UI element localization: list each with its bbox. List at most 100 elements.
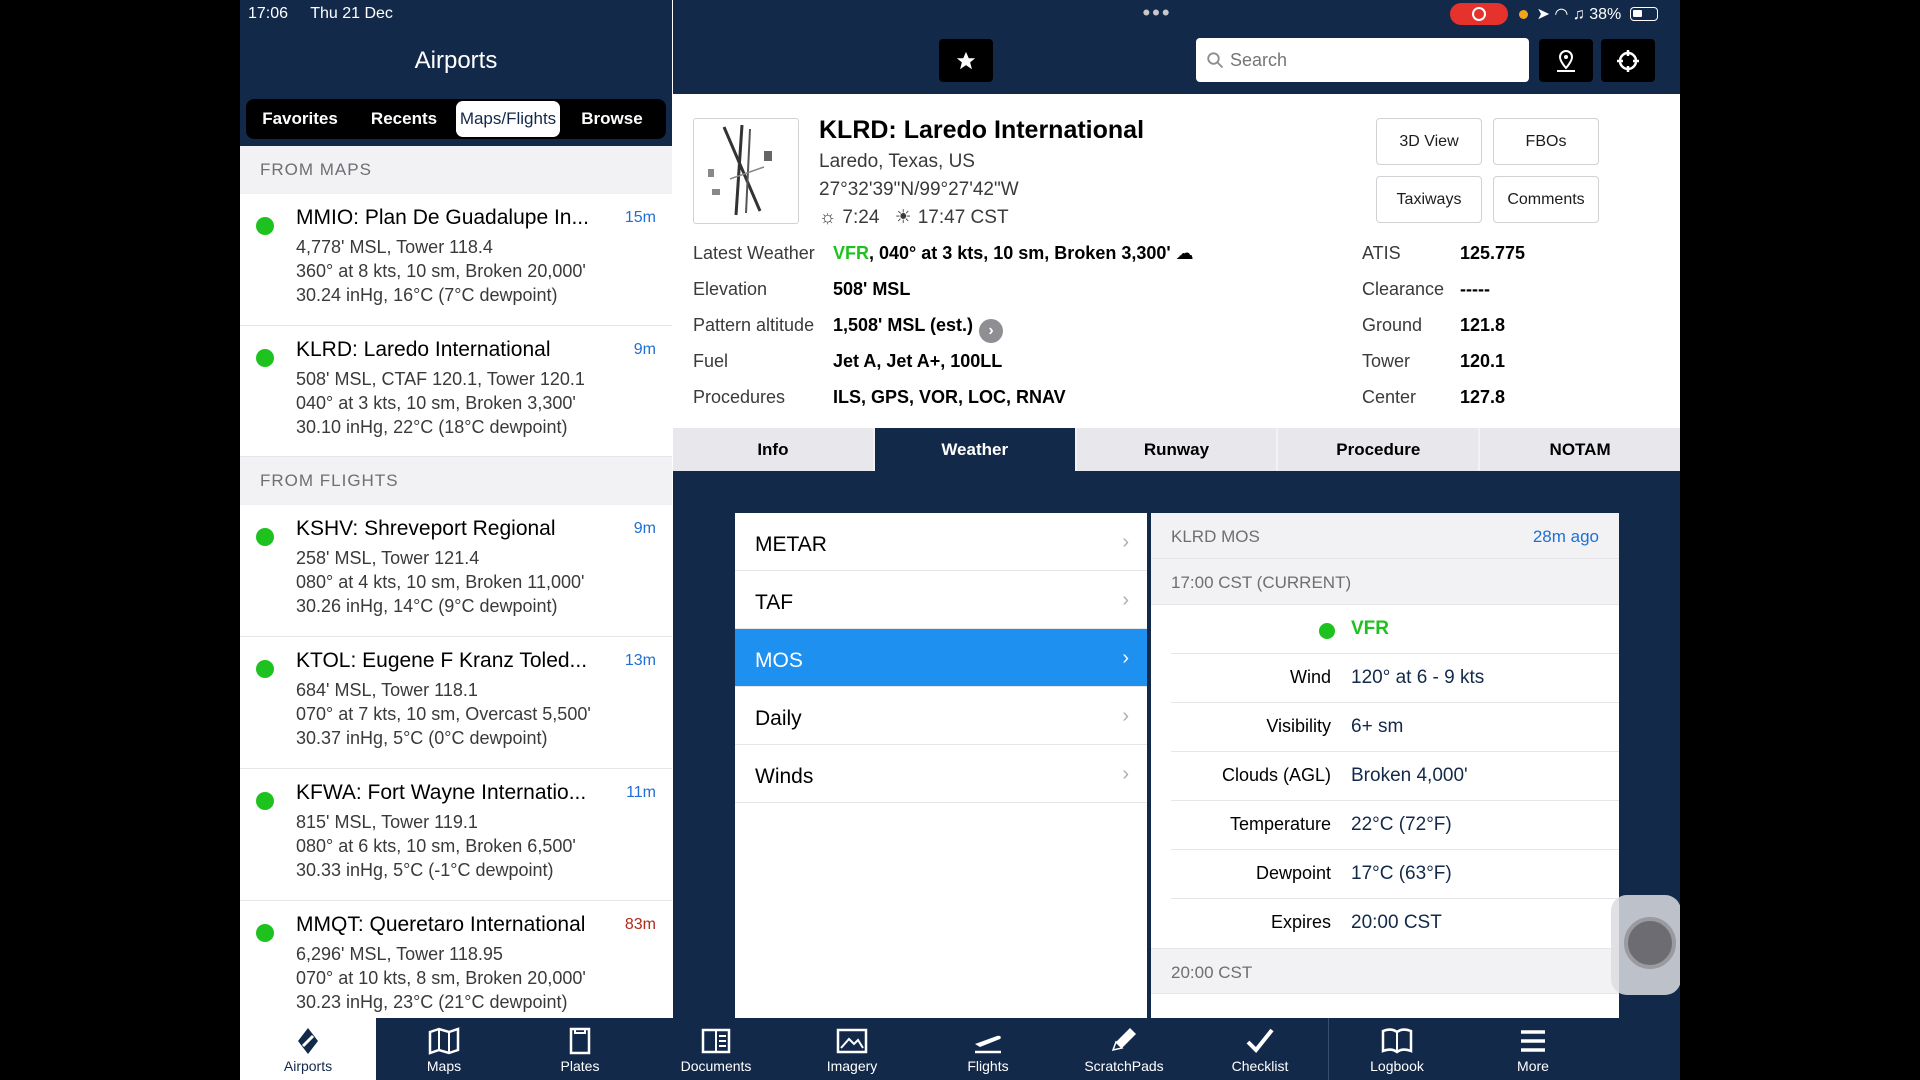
airport-diagram-icon: [708, 124, 772, 216]
status-bar-left: 17:06 Thu 21 Dec: [248, 5, 411, 23]
toolbar-maps[interactable]: Maps: [376, 1018, 512, 1080]
pattern-altitude-label: Pattern altitude: [693, 315, 815, 335]
atis-frequency[interactable]: 125.775: [1460, 243, 1525, 264]
3d-view-button[interactable]: 3D View: [1376, 118, 1482, 165]
center-frequency[interactable]: 127.8: [1460, 387, 1505, 408]
status-dot: [256, 660, 274, 678]
section-header-from-maps: FROM MAPS: [240, 146, 672, 194]
clearance-label: Clearance: [1362, 279, 1445, 299]
list-item[interactable]: KLRD: Laredo International 9m 508' MSL, …: [240, 326, 672, 457]
airport-line: 6,296' MSL, Tower 118.95: [296, 944, 503, 964]
wx-menu-mos[interactable]: MOS ›: [735, 629, 1147, 687]
toolbar-label: Plates: [560, 1058, 600, 1074]
toolbar-flights[interactable]: Flights: [920, 1018, 1056, 1080]
toolbar-documents[interactable]: Documents: [648, 1018, 784, 1080]
toolbar-label: Flights: [967, 1058, 1009, 1074]
wx-menu-daily[interactable]: Daily ›: [735, 687, 1147, 745]
mos-age: 28m ago: [1532, 527, 1599, 546]
segment-browse[interactable]: Browse: [560, 101, 664, 137]
toolbar-label: Imagery: [826, 1058, 878, 1074]
map-pin-button[interactable]: [1539, 39, 1593, 82]
pattern-altitude-row[interactable]: 1,508' MSL (est.) ›: [833, 315, 1004, 343]
favorite-star-button[interactable]: [939, 39, 993, 82]
mos-row: Expires 20:00 CST: [1171, 899, 1619, 948]
tab-procedure[interactable]: Procedure: [1278, 428, 1479, 471]
status-dot: [256, 528, 274, 546]
airport-line: 30.33 inHg, 5°C (-1°C dewpoint): [296, 860, 554, 880]
mos-label: Clouds (AGL): [1221, 765, 1331, 785]
segment-maps-flights[interactable]: Maps/Flights: [456, 101, 560, 137]
wx-menu-metar[interactable]: METAR ›: [735, 513, 1147, 571]
airport-line: 080° at 4 kts, 10 sm, Broken 11,000': [296, 572, 585, 592]
segment-recents[interactable]: Recents: [352, 101, 456, 137]
sunrise-time: 7:24: [842, 207, 880, 228]
toolbar-scratchpads[interactable]: ScratchPads: [1056, 1018, 1192, 1080]
elevation-value: 508' MSL: [833, 279, 911, 299]
toolbar-label: Maps: [426, 1058, 462, 1074]
mos-forecast-panel: KLRD MOS 28m ago 17:00 CST (CURRENT) VFR…: [1151, 513, 1619, 1018]
search-icon: [1207, 52, 1224, 69]
list-item[interactable]: MMQT: Queretaro International 83m 6,296'…: [240, 901, 672, 1018]
age-label: 9m: [633, 341, 656, 358]
toolbar-label: ScratchPads: [1084, 1058, 1164, 1074]
toolbar-more[interactable]: More: [1465, 1018, 1601, 1080]
airport-name: MMQT: Queretaro International: [296, 913, 586, 936]
age-label: 11m: [626, 784, 656, 801]
toolbar-logbook[interactable]: Logbook: [1329, 1018, 1465, 1080]
toolbar-label: Documents: [680, 1058, 752, 1074]
age-label: 9m: [633, 520, 656, 537]
sunset-time: 17:47 CST: [917, 207, 1009, 228]
wx-menu-taf[interactable]: TAF ›: [735, 571, 1147, 629]
airport-line: 4,778' MSL, Tower 118.4: [296, 237, 493, 257]
comments-button[interactable]: Comments: [1493, 176, 1599, 223]
airport-name: KFWA: Fort Wayne Internatio...: [296, 781, 587, 804]
toolbar-checklist[interactable]: Checklist: [1192, 1018, 1328, 1080]
list-item[interactable]: KTOL: Eugene F Kranz Toled... 13m 684' M…: [240, 637, 672, 769]
list-item[interactable]: MMIO: Plan De Guadalupe In... 15m 4,778'…: [240, 194, 672, 326]
wx-menu-label: METAR: [755, 533, 827, 556]
mos-row-category: VFR: [1171, 605, 1619, 654]
locate-button[interactable]: [1601, 39, 1655, 82]
detail-tabs: Info Weather Runway Procedure NOTAM: [673, 428, 1680, 471]
fbos-button[interactable]: FBOs: [1493, 118, 1599, 165]
toolbar-airports[interactable]: Airports: [240, 1018, 376, 1080]
search-field[interactable]: [1196, 38, 1529, 82]
chevron-right-icon[interactable]: ›: [979, 319, 1004, 343]
toolbar-imagery[interactable]: Imagery: [784, 1018, 920, 1080]
mos-label: Expires: [1270, 912, 1331, 932]
airport-diagram-thumbnail[interactable]: [693, 118, 799, 224]
search-input[interactable]: [1230, 49, 1520, 71]
chevron-right-icon: ›: [1122, 705, 1129, 727]
tab-info[interactable]: Info: [673, 428, 873, 471]
airport-line: 070° at 10 kts, 8 sm, Broken 20,000': [296, 968, 586, 988]
tab-notam[interactable]: NOTAM: [1480, 428, 1680, 471]
segment-favorites[interactable]: Favorites: [248, 101, 352, 137]
assistive-touch-button[interactable]: [1611, 895, 1680, 995]
tab-runway[interactable]: Runway: [1076, 428, 1277, 471]
mos-header: KLRD MOS 28m ago: [1151, 513, 1619, 559]
tab-weather[interactable]: Weather: [874, 428, 1075, 471]
list-item[interactable]: KFWA: Fort Wayne Internatio... 11m 815' …: [240, 769, 672, 901]
ground-frequency[interactable]: 121.8: [1460, 315, 1505, 336]
taxiways-button[interactable]: Taxiways: [1376, 176, 1482, 223]
airplane-icon: [975, 1035, 1001, 1054]
airport-icon: [298, 1028, 318, 1054]
panel-title: Airports: [414, 47, 498, 74]
map-icon: [428, 1027, 460, 1055]
latest-weather-value[interactable]: VFR, 040° at 3 kts, 10 sm, Broken 3,300'…: [833, 243, 1194, 264]
latest-weather-label: Latest Weather: [693, 243, 815, 263]
airport-line: 070° at 7 kts, 10 sm, Overcast 5,500': [296, 704, 591, 724]
flight-category: VFR: [833, 243, 869, 263]
list-item[interactable]: KSHV: Shreveport Regional 9m 258' MSL, T…: [240, 505, 672, 637]
status-date: Thu 21 Dec: [310, 5, 393, 22]
multitask-dots[interactable]: •••: [945, 0, 1369, 26]
tower-frequency[interactable]: 120.1: [1460, 351, 1505, 372]
elevation-label: Elevation: [693, 279, 768, 299]
wx-menu-winds[interactable]: Winds ›: [735, 745, 1147, 803]
toolbar-plates[interactable]: Plates: [512, 1018, 648, 1080]
weather-type-menu: METAR › TAF › MOS › Daily › Winds ›: [735, 513, 1147, 1018]
status-dot: [1319, 623, 1335, 639]
crosshair-icon: [1617, 49, 1639, 72]
airport-line: 360° at 8 kts, 10 sm, Broken 20,000': [296, 261, 586, 281]
checkmark-icon: [1246, 1028, 1274, 1053]
